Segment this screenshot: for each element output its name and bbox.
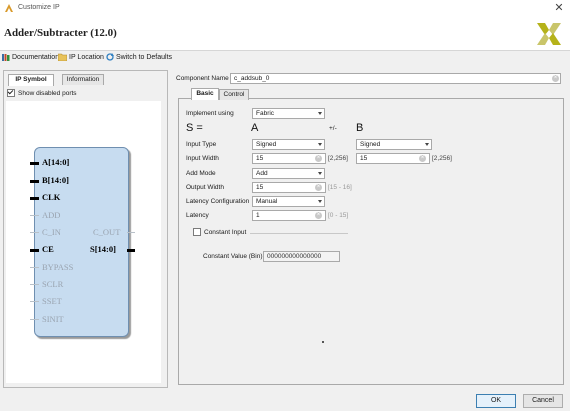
chevron-down-icon bbox=[318, 143, 322, 146]
cursor-dot bbox=[322, 341, 324, 343]
port-pin bbox=[30, 284, 39, 285]
port-pin bbox=[30, 180, 39, 183]
constant-value-field[interactable]: 000000000000000 bbox=[263, 251, 340, 262]
port-sinit: SINIT bbox=[42, 314, 64, 324]
latency-range: [0 - 15] bbox=[328, 212, 349, 219]
close-button[interactable]: ✕ bbox=[552, 2, 566, 14]
constant-input-checkbox[interactable] bbox=[193, 228, 201, 236]
chevron-down-icon bbox=[318, 200, 322, 203]
add-mode-label: Add Mode bbox=[186, 170, 216, 177]
chevron-down-icon bbox=[318, 112, 322, 115]
constant-input-label: Constant Input bbox=[204, 228, 247, 236]
a-input-type-value: Signed bbox=[256, 141, 277, 148]
port-pin bbox=[30, 249, 39, 252]
port-pin bbox=[127, 232, 135, 233]
constant-input-option[interactable]: Constant Input bbox=[193, 228, 246, 236]
port-c-out: C_OUT bbox=[93, 227, 121, 237]
clear-icon[interactable]: × bbox=[315, 155, 322, 162]
a-heading: A bbox=[251, 122, 259, 134]
port-pin bbox=[30, 162, 39, 165]
clear-icon[interactable]: × bbox=[315, 184, 322, 191]
chevron-down-icon bbox=[318, 172, 322, 175]
tab-basic[interactable]: Basic bbox=[191, 88, 219, 100]
show-disabled-ports-label: Show disabled ports bbox=[18, 89, 77, 97]
latency-config-select[interactable]: Manual bbox=[252, 196, 325, 207]
port-ce: CE bbox=[42, 244, 54, 254]
port-pin bbox=[30, 215, 39, 216]
ok-button[interactable]: OK bbox=[476, 394, 516, 408]
port-pin bbox=[30, 232, 39, 233]
implement-using-value: Fabric bbox=[256, 110, 275, 117]
b-input-type-select[interactable]: Signed bbox=[356, 139, 432, 150]
port-clk: CLK bbox=[42, 192, 61, 202]
latency-config-label: Latency Configuration bbox=[186, 198, 250, 205]
documentation-label: Documentation bbox=[12, 53, 60, 61]
output-width-label: Output Width bbox=[186, 184, 224, 191]
implement-using-select[interactable]: Fabric bbox=[252, 108, 325, 119]
port-pin bbox=[30, 319, 39, 320]
show-disabled-ports[interactable]: Show disabled ports bbox=[7, 89, 77, 97]
clear-icon[interactable]: × bbox=[315, 212, 322, 219]
port-s: S[14:0] bbox=[90, 244, 116, 254]
ip-location-label: IP Location bbox=[69, 53, 104, 61]
component-name-input[interactable]: c_addsub_0 bbox=[230, 73, 561, 84]
add-mode-select[interactable]: Add bbox=[252, 168, 325, 179]
port-sclr: SCLR bbox=[42, 279, 64, 289]
a-input-type-select[interactable]: Signed bbox=[252, 139, 325, 150]
input-width-label: Input Width bbox=[186, 155, 219, 162]
folder-icon bbox=[58, 53, 67, 61]
tab-information[interactable]: Information bbox=[62, 74, 104, 85]
port-pin bbox=[30, 267, 39, 268]
switch-defaults-button[interactable]: Switch to Defaults bbox=[106, 53, 172, 61]
port-c-in: C_IN bbox=[42, 227, 61, 237]
port-b: B[14:0] bbox=[42, 175, 69, 185]
documentation-button[interactable]: Documentation bbox=[2, 53, 59, 61]
latency-label: Latency bbox=[186, 212, 209, 219]
output-width-range: [15 - 16] bbox=[328, 184, 352, 191]
op-heading: +/- bbox=[329, 125, 337, 132]
xilinx-logo-icon bbox=[537, 23, 561, 45]
clear-icon[interactable]: × bbox=[552, 75, 559, 82]
implement-using-label: Implement using bbox=[186, 110, 234, 117]
port-a: A[14:0] bbox=[42, 157, 70, 167]
port-add: ADD bbox=[42, 210, 61, 220]
chevron-down-icon bbox=[425, 143, 429, 146]
port-bypass: BYPASS bbox=[42, 262, 74, 272]
cancel-button[interactable]: Cancel bbox=[523, 394, 563, 408]
group-divider bbox=[250, 233, 348, 234]
switch-defaults-label: Switch to Defaults bbox=[116, 53, 173, 61]
books-icon bbox=[2, 54, 10, 61]
add-mode-value: Add bbox=[256, 170, 268, 177]
tab-control[interactable]: Control bbox=[219, 89, 249, 100]
ip-heading: Adder/Subtracter (12.0) bbox=[4, 27, 117, 39]
port-pin bbox=[30, 197, 39, 200]
b-heading: B bbox=[356, 122, 364, 134]
s-equals-label: S = bbox=[186, 122, 203, 134]
customize-ip-icon bbox=[5, 4, 13, 12]
port-sset: SSET bbox=[42, 296, 62, 306]
show-disabled-ports-checkbox[interactable] bbox=[7, 89, 15, 97]
b-input-type-value: Signed bbox=[360, 141, 381, 148]
component-name-label: Component Name bbox=[176, 75, 229, 82]
title-bar bbox=[0, 0, 570, 16]
window-title: Customize IP bbox=[18, 4, 60, 11]
constant-value-label: Constant Value (Bin) bbox=[203, 253, 263, 260]
latency-config-value: Manual bbox=[256, 198, 278, 205]
tab-ip-symbol[interactable]: IP Symbol bbox=[8, 74, 54, 86]
b-width-range: [2,256] bbox=[432, 155, 452, 162]
port-pin bbox=[30, 301, 39, 302]
clear-icon[interactable]: × bbox=[419, 155, 426, 162]
port-pin bbox=[127, 249, 135, 252]
ip-location-button[interactable]: IP Location bbox=[58, 53, 104, 61]
input-type-label: Input Type bbox=[186, 141, 217, 148]
a-width-range: [2,256] bbox=[328, 155, 348, 162]
refresh-icon bbox=[106, 53, 114, 61]
